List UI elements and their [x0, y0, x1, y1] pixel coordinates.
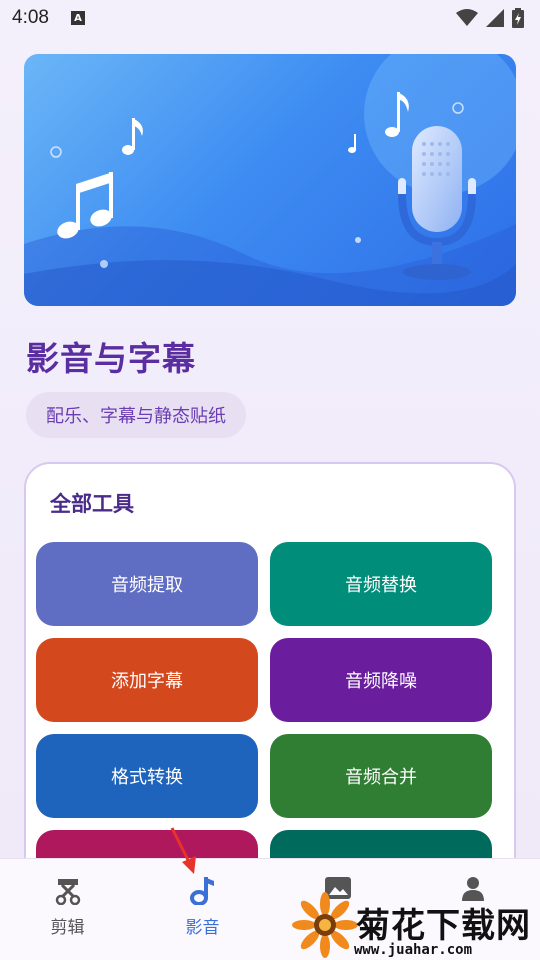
audio-banner-illustration — [24, 54, 516, 306]
scissors-icon — [55, 879, 80, 905]
tool-label: 音频降噪 — [345, 671, 417, 692]
hero-banner — [24, 54, 516, 306]
status-bar: 4:08 A — [0, 0, 540, 36]
status-icons — [456, 8, 524, 28]
subtitle-text: 配乐、字幕与静态贴纸 — [46, 406, 226, 427]
pointer-arrow-icon — [170, 827, 196, 874]
tool-label: 格式转换 — [111, 767, 183, 788]
signal-icon — [486, 9, 504, 27]
tools-title: 全部工具 — [50, 492, 134, 516]
watermark: 菊花下载网 www.juahar.com — [292, 868, 540, 960]
tool-label: 添加字幕 — [111, 671, 183, 692]
tool-label: 音频合并 — [345, 767, 417, 788]
page-title: 影音与字幕 — [26, 339, 196, 378]
tool-label: 音频替换 — [345, 575, 417, 596]
wifi-icon — [456, 9, 478, 26]
add-subtitle-button[interactable]: 添加字幕 — [36, 638, 258, 722]
notification-icon: A — [70, 11, 85, 25]
nav-label-media: 影音 — [185, 918, 220, 938]
status-time: 4:08 — [12, 7, 49, 28]
audio-merge-button[interactable]: 音频合并 — [270, 734, 492, 818]
battery-icon — [512, 8, 524, 28]
tool-label: 音频提取 — [111, 575, 183, 596]
tools-card: 全部工具 音频提取 音频替换 添加字幕 音频降噪 格式转换 音频合并 — [24, 462, 516, 902]
chrysanthemum-logo-icon — [292, 892, 358, 958]
watermark-title: 菊花下载网 — [356, 906, 531, 946]
audio-extract-button[interactable]: 音频提取 — [36, 542, 258, 626]
music-note-icon — [189, 877, 214, 905]
nav-item-edit[interactable]: 剪辑 — [0, 859, 135, 960]
audio-replace-button[interactable]: 音频替换 — [270, 542, 492, 626]
audio-denoise-button[interactable]: 音频降噪 — [270, 638, 492, 722]
nav-label-edit: 剪辑 — [50, 918, 85, 938]
format-convert-button[interactable]: 格式转换 — [36, 734, 258, 818]
subtitle-chip: 配乐、字幕与静态贴纸 — [26, 392, 246, 438]
watermark-url: www.juahar.com — [354, 942, 473, 958]
